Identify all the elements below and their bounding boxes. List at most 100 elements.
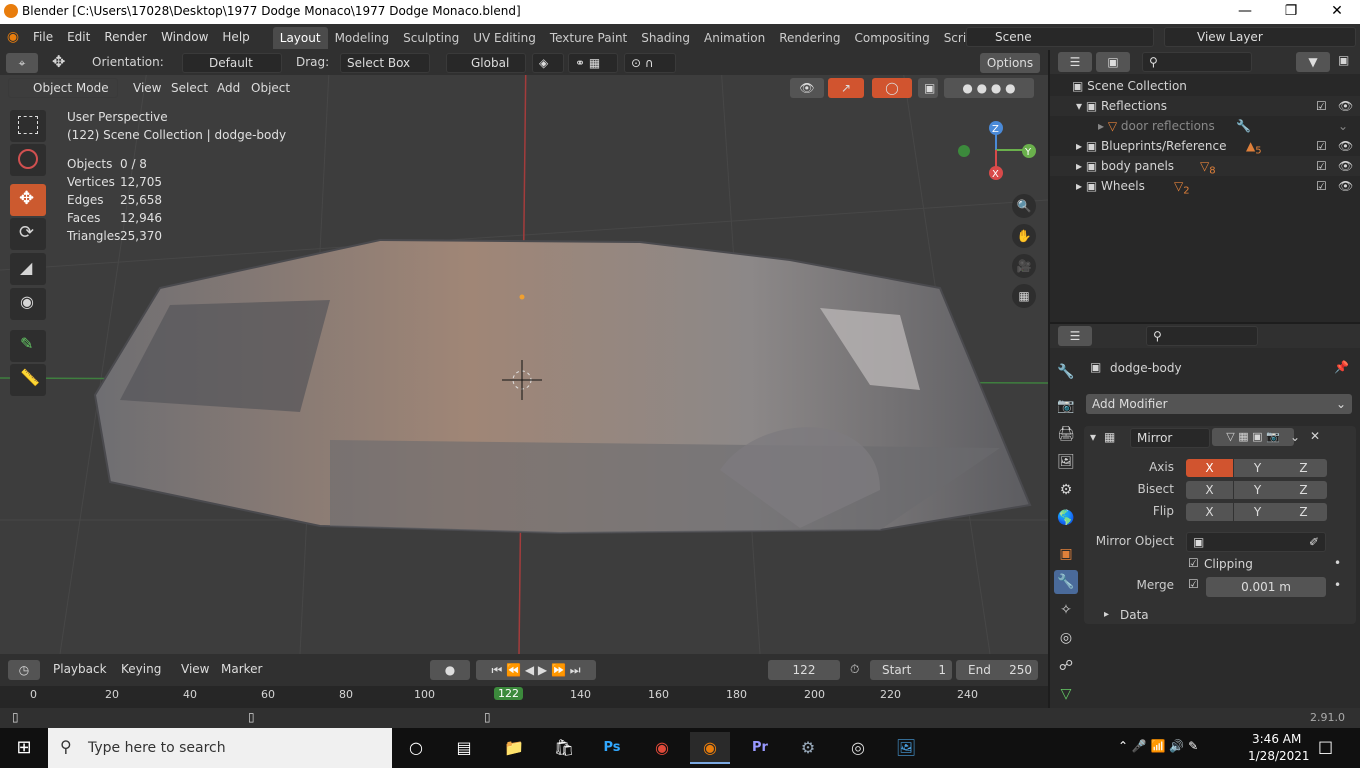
windows-start-icon[interactable]: ⊞ <box>4 732 44 764</box>
hidden-eye-icon[interactable]: ⌄ <box>1338 116 1348 136</box>
menu-file[interactable]: File <box>26 24 60 50</box>
bisect-y-toggle[interactable]: Y <box>1234 481 1281 499</box>
tab-modeling[interactable]: Modeling <box>328 27 397 49</box>
chrome-icon[interactable]: ◉ <box>642 732 682 764</box>
pivot-point-dropdown[interactable]: ◈ <box>532 53 564 73</box>
merge-checkbox[interactable]: ☑ <box>1188 577 1199 591</box>
checkbox-icon[interactable]: ☑ <box>1316 96 1327 116</box>
new-collection-icon[interactable]: ▣ <box>1338 53 1349 67</box>
timeline-menu-playback[interactable]: Playback <box>46 656 114 682</box>
modifier-properties-tab[interactable]: 🔧 <box>1054 570 1078 594</box>
mirror-object-field[interactable]: ▣ ✐ <box>1186 532 1326 552</box>
render-properties-tab[interactable]: 📷 <box>1054 394 1078 418</box>
outliner-row-body-panels[interactable]: ▸ ▣ body panels ▽8 ☑ 👁 <box>1050 156 1360 176</box>
playback-controls[interactable]: ⏮ ⏪ ◀ ▶ ⏩ ⏭ <box>476 660 596 680</box>
view-layer-selector[interactable]: View Layer <box>1164 27 1356 47</box>
axis-y-toggle[interactable]: Y <box>1234 459 1281 477</box>
playhead-frame[interactable]: 122 <box>494 687 523 700</box>
bisect-z-toggle[interactable]: Z <box>1280 481 1327 499</box>
gizmo-toggle[interactable]: ↗ <box>828 78 864 98</box>
timeline-menu-marker[interactable]: Marker <box>214 656 269 682</box>
collapse-icon[interactable]: ▾ <box>1090 430 1096 444</box>
viewport-menu-add[interactable]: Add <box>210 75 247 101</box>
modifier-name-field[interactable]: Mirror <box>1130 428 1210 448</box>
clipping-checkbox[interactable]: ☑ <box>1188 556 1199 570</box>
eye-icon[interactable]: 👁 <box>1338 156 1353 176</box>
blender-menu-icon[interactable]: ◉ <box>0 29 26 45</box>
outliner-row-reflections[interactable]: ▾ ▣ Reflections ☑ 👁 <box>1050 96 1360 116</box>
orientation-dropdown[interactable]: Default <box>182 53 282 73</box>
current-frame-field[interactable]: 122 <box>768 660 840 680</box>
menu-edit[interactable]: Edit <box>60 24 97 50</box>
flip-y-toggle[interactable]: Y <box>1234 503 1281 521</box>
overlay-toggle[interactable]: ◯ <box>872 78 912 98</box>
outliner-row-door-reflections[interactable]: ▸ ▽ door reflections 🔧 ⌄ <box>1050 116 1360 136</box>
checkbox-icon[interactable]: ☑ <box>1316 136 1327 156</box>
taskbar-search-box[interactable]: ⚲ Type here to search <box>48 728 392 768</box>
eye-icon[interactable]: 👁 <box>1338 136 1353 156</box>
cortana-icon[interactable]: ○ <box>396 732 436 764</box>
tab-compositing[interactable]: Compositing <box>847 27 936 49</box>
axis-x-toggle[interactable]: X <box>1186 459 1233 477</box>
eye-icon[interactable]: 👁 <box>1338 176 1353 196</box>
options-dropdown[interactable]: Options <box>980 53 1040 73</box>
stopwatch-icon[interactable]: ⏱ <box>850 662 859 677</box>
move-tool[interactable]: ✥ <box>10 184 46 216</box>
data-subpanel-label[interactable]: Data <box>1120 608 1149 622</box>
output-properties-tab[interactable]: 🖨 <box>1054 422 1078 446</box>
tab-shading[interactable]: Shading <box>634 27 697 49</box>
zoom-icon[interactable]: 🔍 <box>1012 194 1036 218</box>
axis-z-toggle[interactable]: Z <box>1280 459 1327 477</box>
navigation-gizmo[interactable]: Z Y X <box>950 120 1040 180</box>
3d-viewport[interactable]: ⌖ ✥ Orientation: Default Drag: Select Bo… <box>0 50 1048 654</box>
filter-dropdown[interactable]: ▼ <box>1296 52 1330 72</box>
view-layer-tab[interactable]: 🖼 <box>1054 450 1078 474</box>
task-view-icon[interactable]: ▤ <box>444 732 484 764</box>
world-properties-tab[interactable]: 🌎 <box>1054 506 1078 530</box>
viewport-menu-view[interactable]: View <box>126 75 168 101</box>
outliner-row-wheels[interactable]: ▸ ▣ Wheels ▽2 ☑ 👁 <box>1050 176 1360 196</box>
menu-window[interactable]: Window <box>154 24 215 50</box>
timeline-menu-keying[interactable]: Keying <box>114 656 168 682</box>
minimize-button[interactable]: — <box>1222 0 1268 24</box>
flip-z-toggle[interactable]: Z <box>1280 503 1327 521</box>
keyframe-dot-icon[interactable]: • <box>1334 578 1341 592</box>
checkbox-icon[interactable]: ☑ <box>1316 176 1327 196</box>
tool-select-dropdown[interactable]: ⌖ <box>6 53 38 73</box>
close-window-button[interactable]: ✕ <box>1314 0 1360 24</box>
start-frame-field[interactable]: Start 1 <box>870 660 952 680</box>
physics-tab[interactable]: ◎ <box>1054 626 1078 650</box>
tab-animation[interactable]: Animation <box>697 27 772 49</box>
perspective-grid-icon[interactable]: ▦ <box>1012 284 1036 308</box>
timeline-editor-type[interactable]: ◷ <box>8 660 40 680</box>
particles-tab[interactable]: ✧ <box>1054 598 1078 622</box>
pin-icon[interactable]: 📌 <box>1334 360 1349 374</box>
cursor-tool[interactable] <box>10 144 46 176</box>
eye-icon[interactable]: 👁 <box>1338 96 1353 116</box>
tab-texture-paint[interactable]: Texture Paint <box>543 27 634 49</box>
camera-view-icon[interactable]: 🎥 <box>1012 254 1036 278</box>
display-mode-dropdown[interactable]: ▣ <box>1096 52 1130 72</box>
drag-dropdown[interactable]: Select Box <box>340 53 430 73</box>
annotate-tool[interactable]: ✎ <box>10 330 46 362</box>
file-explorer-icon[interactable]: 📁 <box>494 732 534 764</box>
flip-x-toggle[interactable]: X <box>1186 503 1233 521</box>
scene-selector[interactable]: Scene <box>966 27 1154 47</box>
end-frame-field[interactable]: End 250 <box>956 660 1038 680</box>
keyframe-dot-icon[interactable]: • <box>1334 556 1341 570</box>
dropdown-chevron-icon[interactable]: ⌄ <box>1290 430 1300 444</box>
data-tab[interactable]: ▽ <box>1054 682 1078 706</box>
store-icon[interactable]: 🛍 <box>544 732 584 764</box>
merge-distance-field[interactable]: 0.001 m <box>1206 577 1326 597</box>
mode-dropdown[interactable]: Object Mode <box>8 78 118 98</box>
blender-taskbar-icon[interactable]: ◉ <box>690 732 730 764</box>
editor-type-dropdown[interactable]: ☰ <box>1058 52 1092 72</box>
tab-layout[interactable]: Layout <box>272 27 328 49</box>
scene-properties-tab[interactable]: ⚙ <box>1054 478 1078 502</box>
timeline-scrubber[interactable]: 0 20 40 60 80 100 122 140 160 180 200 22… <box>0 686 1048 708</box>
photos-icon[interactable]: 🖼 <box>886 732 926 764</box>
outliner-row-blueprints[interactable]: ▸ ▣ Blueprints/Reference ▲5 ☑ 👁 <box>1050 136 1360 156</box>
transform-tool[interactable]: ◉ <box>10 288 46 320</box>
modifier-toggle-icons[interactable]: ▽ ▦ ▣ 📷 <box>1212 428 1294 446</box>
system-tray-icons[interactable]: ⌃ 🎤 📶 🔊 ✎ <box>1118 739 1198 753</box>
